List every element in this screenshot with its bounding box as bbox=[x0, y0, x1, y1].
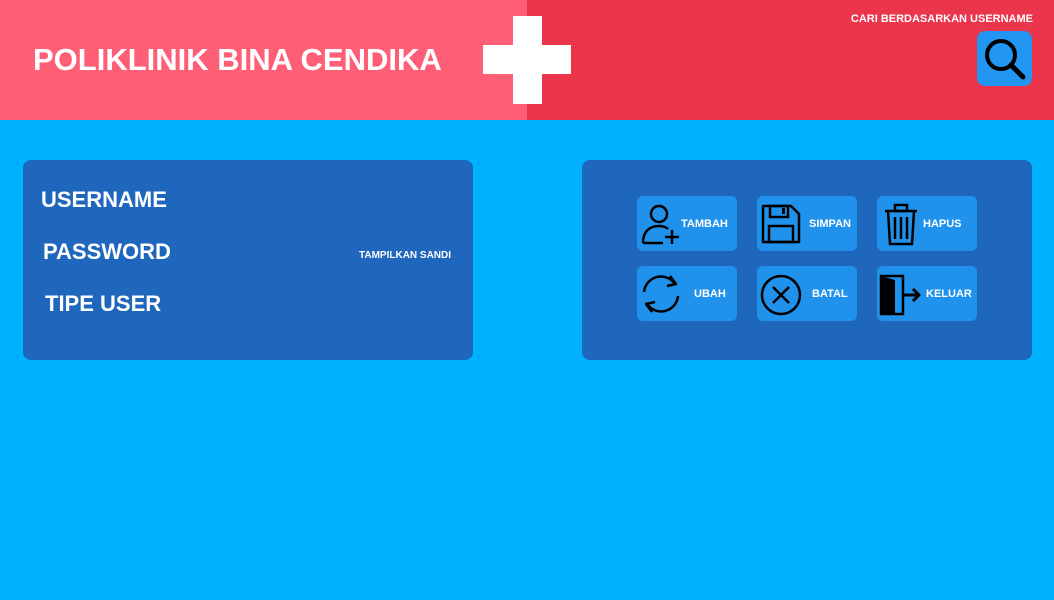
username-label: USERNAME bbox=[41, 187, 167, 212]
add-button-label: TAMBAH bbox=[681, 218, 728, 230]
actions-panel: TAMBAH SIMPAN HAPUS UBAH BATAL KELUAR bbox=[582, 160, 1032, 360]
save-button-label: SIMPAN bbox=[809, 218, 851, 230]
show-password-toggle[interactable]: TAMPILKAN SANDI bbox=[359, 250, 451, 261]
cancel-button-label: BATAL bbox=[812, 288, 848, 300]
edit-button-label: UBAH bbox=[694, 288, 726, 300]
search-label: CARI BERDASARKAN USERNAME bbox=[850, 13, 1033, 25]
exit-button[interactable]: KELUAR bbox=[877, 266, 977, 321]
edit-button[interactable]: UBAH bbox=[637, 266, 737, 321]
add-button[interactable]: TAMBAH bbox=[637, 196, 737, 251]
search-icon bbox=[984, 38, 1025, 79]
password-label: PASSWORD bbox=[43, 239, 171, 264]
save-button[interactable]: SIMPAN bbox=[757, 196, 857, 251]
trash-icon bbox=[885, 203, 917, 246]
refresh-icon bbox=[642, 275, 680, 313]
medical-cross-icon-bar bbox=[483, 45, 571, 74]
save-icon bbox=[761, 204, 801, 244]
delete-button[interactable]: HAPUS bbox=[877, 196, 977, 251]
exit-icon bbox=[879, 274, 921, 316]
app-title: POLIKLINIK BINA CENDIKA bbox=[33, 42, 442, 77]
user-type-label: TIPE USER bbox=[45, 291, 162, 316]
cancel-icon bbox=[760, 274, 802, 316]
add-user-icon bbox=[641, 204, 679, 245]
search-button[interactable] bbox=[977, 31, 1032, 86]
exit-button-label: KELUAR bbox=[926, 288, 972, 300]
cancel-button[interactable]: BATAL bbox=[757, 266, 857, 321]
user-form-panel: USERNAME PASSWORD TAMPILKAN SANDI TIPE U… bbox=[23, 160, 473, 360]
delete-button-label: HAPUS bbox=[923, 218, 962, 230]
